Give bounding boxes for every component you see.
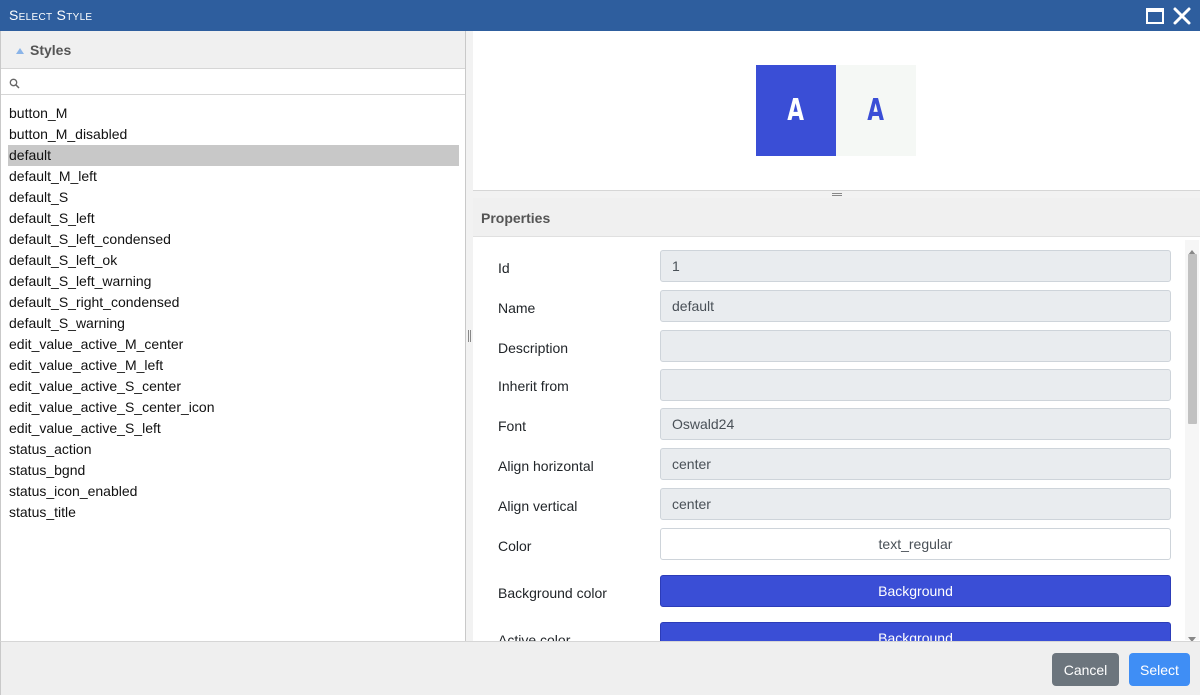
property-label: Background color <box>498 585 607 601</box>
styles-header[interactable]: Styles <box>1 31 465 69</box>
style-list-item[interactable]: status_action <box>8 439 459 460</box>
style-list-item[interactable]: button_M <box>8 103 459 124</box>
properties-scrollbar[interactable] <box>1185 240 1199 641</box>
scroll-down-icon[interactable] <box>1188 630 1196 641</box>
styles-list: button_M button_M_disabled default default_… <box>8 103 459 523</box>
property-label: Color <box>498 538 532 554</box>
style-list-item[interactable]: status_icon_enabled <box>8 481 459 502</box>
window-title: Select Style <box>9 7 93 23</box>
vertical-splitter[interactable] <box>466 31 473 641</box>
style-list-item[interactable]: default_S <box>8 187 459 208</box>
preview-active-swatch: A <box>756 65 836 156</box>
styles-header-label: Styles <box>30 42 72 58</box>
style-list-item[interactable]: status_title <box>8 502 459 523</box>
cancel-button[interactable]: Cancel <box>1052 653 1119 686</box>
style-list-item[interactable]: edit_value_active_S_center <box>8 376 459 397</box>
properties-panel: Id 1 Name default Description Inherit fr… <box>473 237 1200 641</box>
sort-ascending-icon <box>15 42 25 60</box>
search-row <box>1 69 465 95</box>
description-field[interactable] <box>660 330 1171 362</box>
style-list-item[interactable]: default_M_left <box>8 166 459 187</box>
properties-header: Properties <box>473 198 1200 237</box>
property-label: Inherit from <box>498 378 569 394</box>
style-list-item[interactable]: edit_value_active_S_center_icon <box>8 397 459 418</box>
inherit-from-field[interactable] <box>660 369 1171 401</box>
id-field[interactable]: 1 <box>660 250 1171 282</box>
search-icon <box>9 76 20 94</box>
search-input[interactable] <box>23 71 462 93</box>
name-field[interactable]: default <box>660 290 1171 322</box>
style-list-item[interactable]: default_S_warning <box>8 313 459 334</box>
background-color-button[interactable]: Background <box>660 575 1171 607</box>
style-preview: A A <box>473 31 1200 191</box>
styles-panel: Styles button_M button_M_disabled default d… <box>0 31 466 641</box>
property-label: Id <box>498 260 510 276</box>
style-list-item[interactable]: button_M_disabled <box>8 124 459 145</box>
property-label: Font <box>498 418 527 434</box>
close-icon[interactable] <box>1171 5 1193 27</box>
maximize-icon[interactable] <box>1144 5 1166 27</box>
select-button[interactable]: Select <box>1129 653 1190 686</box>
splitter-grip-icon <box>468 330 471 342</box>
style-list-item[interactable]: edit_value_active_M_center <box>8 334 459 355</box>
property-label: Active color <box>498 632 571 641</box>
style-list-item[interactable]: default_S_right_condensed <box>8 292 459 313</box>
style-list-item[interactable]: edit_value_active_S_left <box>8 418 459 439</box>
property-label: Name <box>498 300 536 316</box>
title-bar: Select Style <box>0 0 1200 31</box>
property-label: Align vertical <box>498 498 578 514</box>
property-label: Description <box>498 340 569 356</box>
style-list-item[interactable]: default_S_left_ok <box>8 250 459 271</box>
active-color-button[interactable]: Background <box>660 622 1171 641</box>
scrollbar-thumb[interactable] <box>1188 254 1197 424</box>
style-list-item[interactable]: default_S_left_warning <box>8 271 459 292</box>
splitter-grip-icon <box>832 193 842 196</box>
align-vertical-field[interactable]: center <box>660 488 1171 520</box>
style-list-item[interactable]: default_S_left_condensed <box>8 229 459 250</box>
style-list-item[interactable]: default_S_left <box>8 208 459 229</box>
dialog-footer: Cancel Select <box>0 641 1200 695</box>
color-button[interactable]: text_regular <box>660 528 1171 560</box>
horizontal-splitter[interactable] <box>473 191 1200 198</box>
style-list-item[interactable]: default <box>8 145 459 166</box>
style-list-item[interactable]: edit_value_active_M_left <box>8 355 459 376</box>
font-field[interactable]: Oswald24 <box>660 408 1171 440</box>
preview-normal-swatch: A <box>836 65 916 156</box>
align-horizontal-field[interactable]: center <box>660 448 1171 480</box>
style-list-item[interactable]: status_bgnd <box>8 460 459 481</box>
property-label: Align horizontal <box>498 458 594 474</box>
properties-header-label: Properties <box>481 210 551 226</box>
